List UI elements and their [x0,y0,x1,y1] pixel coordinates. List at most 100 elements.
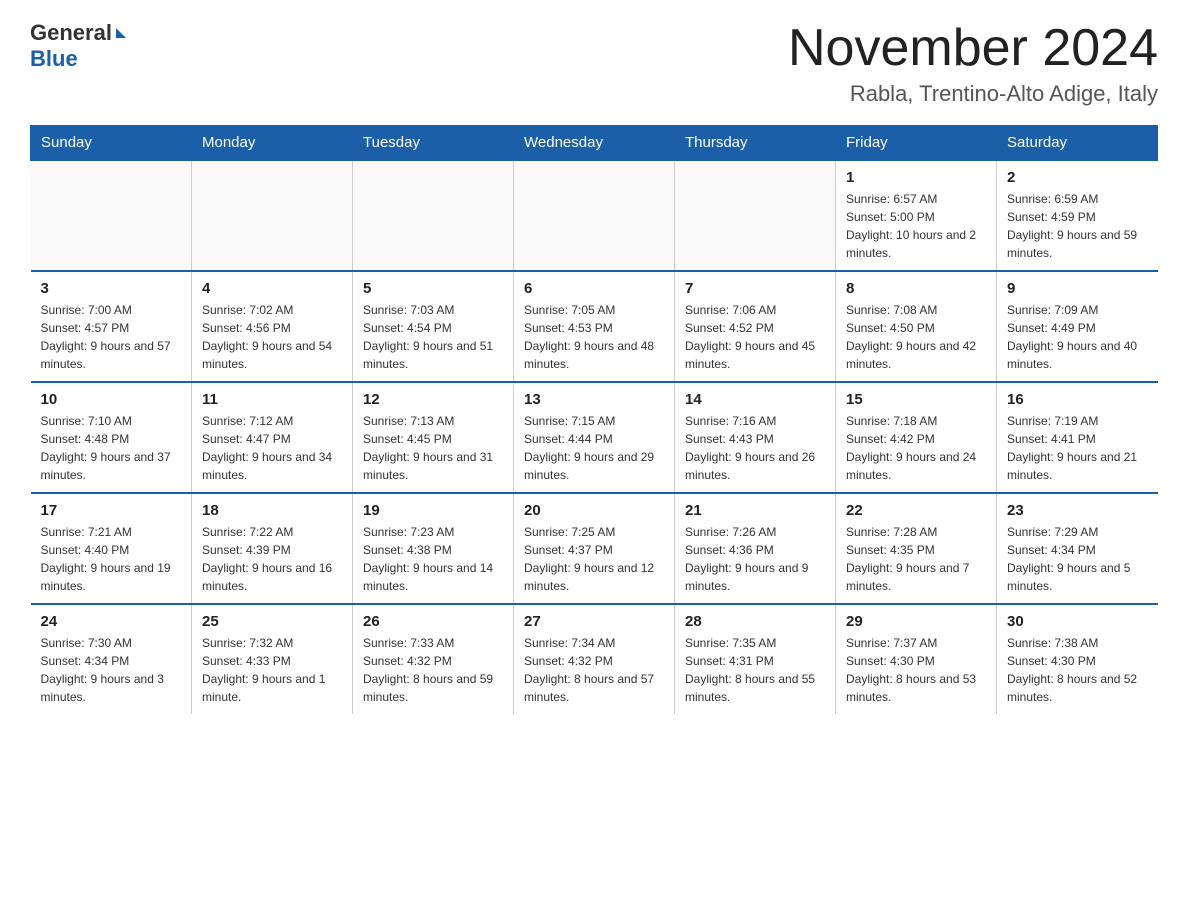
logo-arrow-icon [116,28,126,38]
title-block: November 2024 Rabla, Trentino-Alto Adige… [788,20,1158,107]
calendar-cell: 16 Sunrise: 7:19 AM Sunset: 4:41 PM Dayli… [997,382,1158,493]
weekday-header-tuesday: Tuesday [353,126,514,161]
calendar-cell: 30 Sunrise: 7:38 AM Sunset: 4:30 PM Dayli… [997,604,1158,714]
calendar-cell: 27Sunrise: 7:34 AM Sunset: 4:32 PM Dayli… [514,604,675,714]
calendar-cell: 13 Sunrise: 7:15 AM Sunset: 4:44 PM Dayli… [514,382,675,493]
day-info: Sunrise: 6:57 AM Sunset: 5:00 PM Dayligh… [846,190,986,262]
calendar-week-row: 3 Sunrise: 7:00 AM Sunset: 4:57 PM Daylig… [31,271,1158,382]
day-number: 22 [846,502,986,519]
day-number: 3 [41,280,182,297]
calendar-cell [675,160,836,271]
logo: General Blue [30,20,126,72]
day-info: Sunrise: 6:59 AM Sunset: 4:59 PM Dayligh… [1007,190,1148,262]
day-info: Sunrise: 7:38 AM Sunset: 4:30 PM Dayligh… [1007,634,1148,706]
day-info: Sunrise: 7:35 AM Sunset: 4:31 PM Dayligh… [685,634,825,706]
day-info: Sunrise: 7:37 AM Sunset: 4:30 PM Dayligh… [846,634,986,706]
calendar-cell: 9Sunrise: 7:09 AM Sunset: 4:49 PM Daylig… [997,271,1158,382]
day-number: 10 [41,391,182,408]
calendar-cell: 24 Sunrise: 7:30 AM Sunset: 4:34 PM Dayli… [31,604,192,714]
day-number: 18 [202,502,342,519]
day-info: Sunrise: 7:30 AM Sunset: 4:34 PM Dayligh… [41,634,182,706]
calendar-cell: 5 Sunrise: 7:03 AM Sunset: 4:54 PM Daylig… [353,271,514,382]
calendar-cell: 10 Sunrise: 7:10 AM Sunset: 4:48 PM Dayli… [31,382,192,493]
calendar-cell [192,160,353,271]
page-header: General Blue November 2024 Rabla, Trenti… [30,20,1158,107]
day-number: 7 [685,280,825,297]
calendar-header-row: SundayMondayTuesdayWednesdayThursdayFrid… [31,126,1158,161]
calendar-cell [514,160,675,271]
day-info: Sunrise: 7:06 AM Sunset: 4:52 PM Dayligh… [685,301,825,373]
calendar-cell: 18 Sunrise: 7:22 AM Sunset: 4:39 PM Dayli… [192,493,353,604]
calendar-cell: 14 Sunrise: 7:16 AM Sunset: 4:43 PM Dayli… [675,382,836,493]
day-number: 5 [363,280,503,297]
day-number: 30 [1007,613,1148,630]
day-number: 25 [202,613,342,630]
weekday-header-wednesday: Wednesday [514,126,675,161]
weekday-header-monday: Monday [192,126,353,161]
day-info: Sunrise: 7:34 AM Sunset: 4:32 PM Dayligh… [524,634,664,706]
day-number: 8 [846,280,986,297]
weekday-header-thursday: Thursday [675,126,836,161]
day-info: Sunrise: 7:21 AM Sunset: 4:40 PM Dayligh… [41,523,182,595]
day-number: 4 [202,280,342,297]
calendar-week-row: 17Sunrise: 7:21 AM Sunset: 4:40 PM Dayli… [31,493,1158,604]
calendar-cell: 26 Sunrise: 7:33 AM Sunset: 4:32 PM Dayli… [353,604,514,714]
calendar-cell: 15Sunrise: 7:18 AM Sunset: 4:42 PM Dayli… [836,382,997,493]
calendar-cell: 20Sunrise: 7:25 AM Sunset: 4:37 PM Dayli… [514,493,675,604]
weekday-header-saturday: Saturday [997,126,1158,161]
calendar-cell: 21Sunrise: 7:26 AM Sunset: 4:36 PM Dayli… [675,493,836,604]
logo-blue-text: Blue [30,46,78,71]
day-info: Sunrise: 7:23 AM Sunset: 4:38 PM Dayligh… [363,523,503,595]
weekday-header-friday: Friday [836,126,997,161]
day-number: 28 [685,613,825,630]
day-info: Sunrise: 7:10 AM Sunset: 4:48 PM Dayligh… [41,412,182,484]
calendar-cell: 6 Sunrise: 7:05 AM Sunset: 4:53 PM Daylig… [514,271,675,382]
day-info: Sunrise: 7:02 AM Sunset: 4:56 PM Dayligh… [202,301,342,373]
calendar-cell: 12Sunrise: 7:13 AM Sunset: 4:45 PM Dayli… [353,382,514,493]
calendar-cell: 3 Sunrise: 7:00 AM Sunset: 4:57 PM Daylig… [31,271,192,382]
logo-general-text: General [30,20,112,46]
day-number: 1 [846,169,986,186]
day-number: 19 [363,502,503,519]
calendar-cell [31,160,192,271]
calendar-cell: 28 Sunrise: 7:35 AM Sunset: 4:31 PM Dayli… [675,604,836,714]
day-info: Sunrise: 7:03 AM Sunset: 4:54 PM Dayligh… [363,301,503,373]
calendar-week-row: 10 Sunrise: 7:10 AM Sunset: 4:48 PM Dayli… [31,382,1158,493]
day-number: 29 [846,613,986,630]
calendar-cell: 2 Sunrise: 6:59 AM Sunset: 4:59 PM Daylig… [997,160,1158,271]
day-info: Sunrise: 7:28 AM Sunset: 4:35 PM Dayligh… [846,523,986,595]
day-info: Sunrise: 7:19 AM Sunset: 4:41 PM Dayligh… [1007,412,1148,484]
location-subtitle: Rabla, Trentino-Alto Adige, Italy [788,81,1158,107]
day-number: 26 [363,613,503,630]
day-number: 2 [1007,169,1148,186]
calendar-cell: 17Sunrise: 7:21 AM Sunset: 4:40 PM Dayli… [31,493,192,604]
calendar-cell: 1 Sunrise: 6:57 AM Sunset: 5:00 PM Daylig… [836,160,997,271]
day-number: 24 [41,613,182,630]
day-number: 16 [1007,391,1148,408]
calendar-week-row: 1 Sunrise: 6:57 AM Sunset: 5:00 PM Daylig… [31,160,1158,271]
day-info: Sunrise: 7:25 AM Sunset: 4:37 PM Dayligh… [524,523,664,595]
day-info: Sunrise: 7:08 AM Sunset: 4:50 PM Dayligh… [846,301,986,373]
day-info: Sunrise: 7:05 AM Sunset: 4:53 PM Dayligh… [524,301,664,373]
calendar-week-row: 24 Sunrise: 7:30 AM Sunset: 4:34 PM Dayli… [31,604,1158,714]
weekday-header-sunday: Sunday [31,126,192,161]
day-info: Sunrise: 7:00 AM Sunset: 4:57 PM Dayligh… [41,301,182,373]
day-number: 6 [524,280,664,297]
calendar-table: SundayMondayTuesdayWednesdayThursdayFrid… [30,125,1158,714]
day-info: Sunrise: 7:18 AM Sunset: 4:42 PM Dayligh… [846,412,986,484]
calendar-cell: 19 Sunrise: 7:23 AM Sunset: 4:38 PM Dayli… [353,493,514,604]
day-number: 14 [685,391,825,408]
day-info: Sunrise: 7:16 AM Sunset: 4:43 PM Dayligh… [685,412,825,484]
day-number: 12 [363,391,503,408]
day-info: Sunrise: 7:33 AM Sunset: 4:32 PM Dayligh… [363,634,503,706]
day-number: 13 [524,391,664,408]
calendar-cell: 25Sunrise: 7:32 AM Sunset: 4:33 PM Dayli… [192,604,353,714]
day-info: Sunrise: 7:09 AM Sunset: 4:49 PM Dayligh… [1007,301,1148,373]
day-number: 23 [1007,502,1148,519]
day-info: Sunrise: 7:15 AM Sunset: 4:44 PM Dayligh… [524,412,664,484]
month-title: November 2024 [788,20,1158,77]
calendar-cell: 4 Sunrise: 7:02 AM Sunset: 4:56 PM Daylig… [192,271,353,382]
calendar-cell: 29 Sunrise: 7:37 AM Sunset: 4:30 PM Dayli… [836,604,997,714]
calendar-cell [353,160,514,271]
day-info: Sunrise: 7:22 AM Sunset: 4:39 PM Dayligh… [202,523,342,595]
